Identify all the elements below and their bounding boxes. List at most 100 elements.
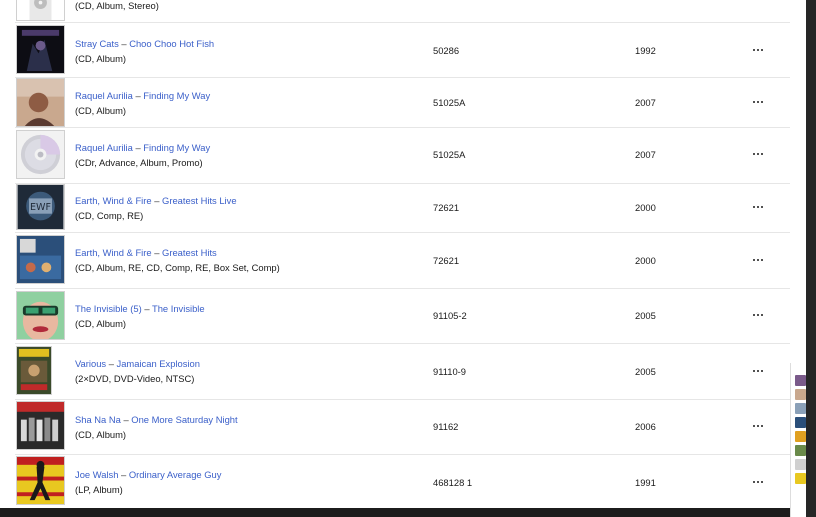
album-cover-sunglasses[interactable] [16, 291, 65, 340]
strip-thumbnail[interactable] [795, 445, 806, 456]
release-title-link[interactable]: Jamaican Explosion [117, 358, 200, 369]
artist-link[interactable]: Sha Na Na [75, 414, 121, 425]
catalog-number: 468128 1 [433, 477, 473, 488]
album-cover-stray-cats[interactable] [16, 25, 65, 74]
release-title-line: Joe Walsh – Ordinary Average Guy [75, 469, 221, 480]
more-options-icon[interactable] [753, 203, 765, 211]
release-title-link[interactable]: Ordinary Average Guy [129, 469, 222, 480]
release-year: 2005 [635, 366, 656, 377]
catalog-number: 91162 [433, 421, 459, 432]
release-title-line: The Invisible (5) – The Invisible [75, 303, 205, 314]
more-options-icon[interactable] [753, 422, 765, 430]
album-cover-band-photo[interactable] [16, 401, 65, 450]
svg-text:EWF: EWF [30, 202, 51, 213]
strip-thumbnail[interactable] [795, 431, 806, 442]
strip-thumbnail[interactable] [795, 417, 806, 428]
release-title-line: Raquel Aurilia – Finding My Way [75, 90, 210, 101]
album-cover-joe-walsh[interactable] [16, 456, 65, 505]
release-title-line: Earth, Wind & Fire – Greatest Hits [75, 247, 217, 258]
strip-thumbnail[interactable] [795, 403, 806, 414]
table-row[interactable]: Raquel Aurilia – Finding My Way (CDr, Ad… [15, 128, 790, 184]
release-year: 2007 [635, 97, 656, 108]
release-title-link[interactable]: Finding My Way [143, 90, 210, 101]
artist-link[interactable]: Joe Walsh [75, 469, 118, 480]
artist-link[interactable]: Stray Cats [75, 38, 119, 49]
catalog-number: 91105-2 [433, 310, 467, 321]
window-edge [806, 0, 816, 517]
title-separator: – [121, 38, 127, 49]
more-options-icon[interactable] [753, 478, 765, 486]
release-title-link[interactable]: Choo Choo Hot Fish [129, 38, 214, 49]
release-year: 2005 [635, 310, 656, 321]
release-format: (CD, Album) [75, 429, 127, 440]
title-separator: – [108, 358, 114, 369]
release-format: (2×DVD, DVD-Video, NTSC) [75, 373, 195, 384]
release-format: (CD, Album) [75, 53, 127, 64]
table-row[interactable]: Stray Cats – Choo Choo Hot Fish (CD, Alb… [15, 23, 790, 78]
release-title-link[interactable]: One More Saturday Night [131, 414, 237, 425]
release-title-link[interactable]: The Invisible [152, 303, 205, 314]
artist-link[interactable]: Earth, Wind & Fire [75, 247, 152, 258]
table-row[interactable]: Raquel Aurilia – Finding My Way (CD, Alb… [15, 78, 790, 128]
release-title-line: Raquel Aurilia – Finding My Way [75, 142, 210, 153]
artist-link[interactable]: Raquel Aurilia [75, 142, 133, 153]
release-format: (LP, Album) [75, 484, 123, 495]
catalog-number: 72621 [433, 202, 460, 213]
catalog-number: 50286 [433, 45, 460, 56]
artist-link[interactable]: Various [75, 358, 106, 369]
release-title-line: Earth, Wind & Fire – Greatest Hits Live [75, 195, 237, 206]
more-options-icon[interactable] [753, 98, 765, 106]
release-title-link[interactable]: Greatest Hits Live [162, 195, 237, 206]
release-format: (CD, Album) [75, 105, 127, 116]
strip-thumbnail[interactable] [795, 375, 806, 386]
table-row-partial[interactable]: (CD, Album, Stereo) [15, 0, 790, 23]
release-year: 1992 [635, 45, 656, 56]
release-year: 2007 [635, 149, 656, 160]
release-title-line: Sha Na Na – One More Saturday Night [75, 414, 238, 425]
more-options-icon[interactable] [753, 46, 765, 54]
release-title-line: Various – Jamaican Explosion [75, 358, 200, 369]
title-separator: – [123, 414, 129, 425]
more-options-icon[interactable] [753, 311, 765, 319]
strip-thumbnail[interactable] [795, 389, 806, 400]
release-format: (CD, Album, RE, CD, Comp, RE, Box Set, C… [75, 262, 280, 273]
catalog-number: 72621 [433, 255, 460, 266]
strip-thumbnail[interactable] [795, 473, 806, 484]
release-format: (CD, Album, Stereo) [75, 0, 159, 11]
table-row[interactable]: Various – Jamaican Explosion (2×DVD, DVD… [15, 344, 790, 400]
release-format: (CDr, Advance, Album, Promo) [75, 157, 203, 168]
catalog-number: 51025A [433, 149, 466, 160]
artist-link[interactable]: Earth, Wind & Fire [75, 195, 152, 206]
album-cover-ewf-hits[interactable] [16, 235, 65, 284]
table-row[interactable]: EWF Earth, Wind & Fire – Greatest Hits L… [15, 184, 790, 233]
release-list-panel: (CD, Album, Stereo) Stray Cats – Choo Ch… [0, 0, 809, 517]
strip-thumbnail[interactable] [795, 459, 806, 470]
table-row[interactable]: Earth, Wind & Fire – Greatest Hits (CD, … [15, 233, 790, 289]
more-options-icon[interactable] [753, 256, 765, 264]
release-format: (CD, Comp, RE) [75, 210, 144, 221]
title-separator: – [135, 90, 141, 101]
release-year: 2006 [635, 421, 656, 432]
album-cover-ewf-live[interactable]: EWF [16, 184, 65, 230]
album-cover-jamaican[interactable] [16, 346, 52, 395]
title-separator: – [144, 303, 150, 314]
catalog-number: 51025A [433, 97, 466, 108]
table-row[interactable]: Joe Walsh – Ordinary Average Guy (LP, Al… [15, 455, 790, 508]
album-cover-portrait[interactable] [16, 78, 65, 127]
release-title-line: Stray Cats – Choo Choo Hot Fish [75, 38, 214, 49]
table-row[interactable]: Sha Na Na – One More Saturday Night (CD,… [15, 400, 790, 455]
album-cover-icon[interactable] [16, 0, 65, 21]
title-separator: – [121, 469, 127, 480]
cd-disc-icon[interactable] [16, 130, 65, 179]
release-format: (CD, Album) [75, 318, 127, 329]
release-title-link[interactable]: Finding My Way [143, 142, 210, 153]
release-list: (CD, Album, Stereo) Stray Cats – Choo Ch… [15, 0, 790, 508]
more-options-icon[interactable] [753, 367, 765, 375]
release-year: 2000 [635, 202, 656, 213]
release-title-link[interactable]: Greatest Hits [162, 247, 217, 258]
artist-link[interactable]: The Invisible (5) [75, 303, 142, 314]
table-row[interactable]: The Invisible (5) – The Invisible (CD, A… [15, 289, 790, 344]
more-options-icon[interactable] [753, 150, 765, 158]
title-separator: – [135, 142, 141, 153]
artist-link[interactable]: Raquel Aurilia [75, 90, 133, 101]
